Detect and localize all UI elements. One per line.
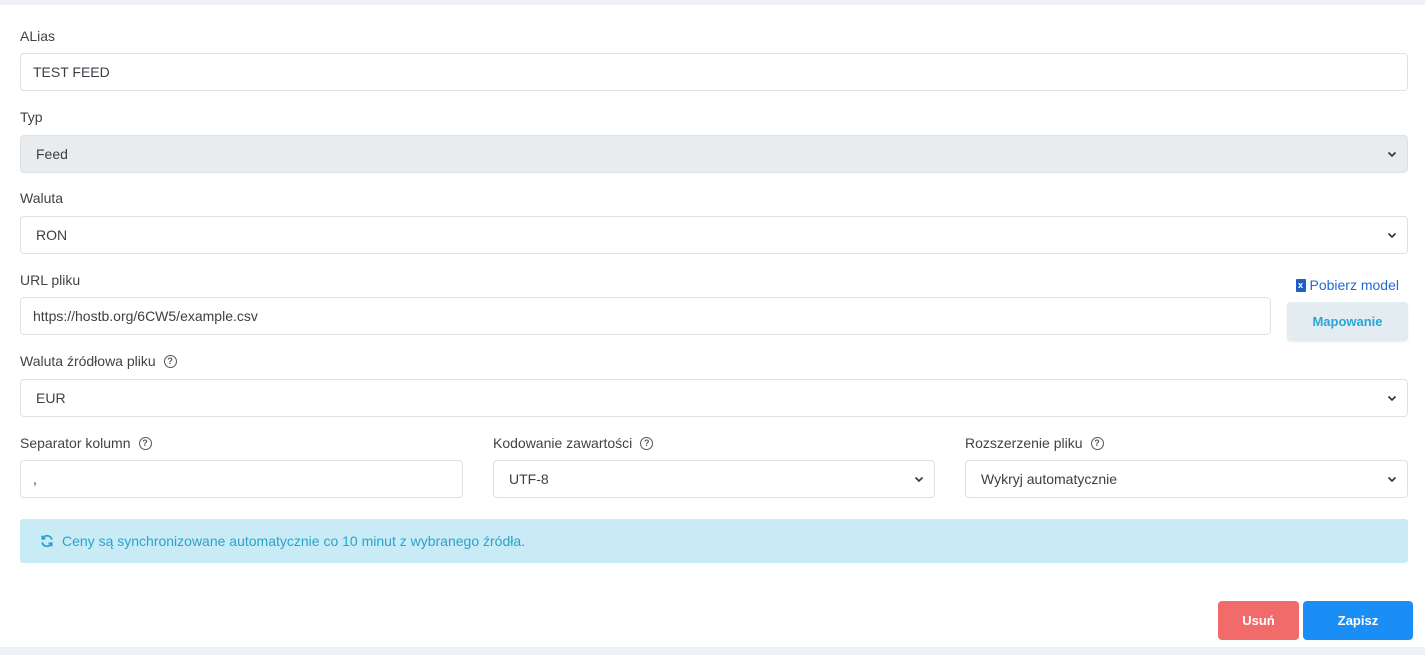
separator-label-text: Separator kolumn — [20, 435, 131, 451]
alias-label-text: ALias — [20, 28, 56, 44]
waluta-label-text: Waluta — [20, 190, 64, 206]
question-circle-icon[interactable]: ? — [640, 436, 654, 450]
question-circle-icon[interactable]: ? — [1090, 436, 1104, 450]
question-circle-icon[interactable]: ? — [138, 436, 152, 450]
extension-label: Rozszerzenie pliku ? — [965, 435, 1104, 451]
download-model-link[interactable]: x Pobierz model — [1295, 277, 1400, 293]
save-button[interactable]: Zapisz — [1303, 601, 1413, 640]
question-circle-icon[interactable]: ? — [163, 354, 177, 368]
url-label: URL pliku — [20, 272, 80, 288]
extension-select[interactable]: Wykryj automatycznie — [965, 460, 1408, 498]
source-currency-select[interactable]: EUR — [20, 379, 1408, 417]
chevron-down-icon — [1387, 395, 1397, 402]
sync-info-text: Ceny są synchronizowane automatycznie co… — [62, 533, 526, 549]
extension-select-value: Wykryj automatycznie — [981, 471, 1118, 487]
waluta-label: Waluta — [20, 190, 63, 206]
feed-form-card: ALias Typ Feed Waluta RON URL pliku x Po… — [0, 5, 1425, 647]
source-currency-label-text: Waluta źródłowa pliku — [20, 353, 156, 369]
waluta-select-value: RON — [36, 227, 68, 243]
source-currency-value: EUR — [36, 390, 66, 406]
url-input[interactable] — [20, 297, 1271, 335]
typ-select[interactable]: Feed — [20, 135, 1408, 173]
sync-info-alert: Ceny są synchronizowane automatycznie co… — [20, 519, 1408, 563]
mapping-button[interactable]: Mapowanie — [1287, 302, 1408, 341]
chevron-down-icon — [1387, 151, 1397, 158]
separator-label: Separator kolumn ? — [20, 435, 152, 451]
chevron-down-icon — [1387, 232, 1397, 239]
typ-label: Typ — [20, 109, 43, 125]
alias-label: ALias — [20, 28, 55, 44]
alias-input[interactable] — [20, 53, 1408, 91]
encoding-select-value: UTF-8 — [509, 471, 549, 487]
delete-button[interactable]: Usuń — [1218, 601, 1299, 640]
chevron-down-icon — [1387, 476, 1397, 483]
url-label-text: URL pliku — [20, 272, 81, 288]
excel-file-icon: x — [1295, 278, 1306, 292]
typ-select-value: Feed — [36, 146, 68, 162]
encoding-label-text: Kodowanie zawartości — [493, 435, 633, 451]
encoding-select[interactable]: UTF-8 — [493, 460, 935, 498]
separator-input[interactable] — [20, 460, 463, 498]
chevron-down-icon — [914, 476, 924, 483]
typ-label-text: Typ — [20, 109, 43, 125]
waluta-select[interactable]: RON — [20, 216, 1408, 254]
encoding-label: Kodowanie zawartości ? — [493, 435, 654, 451]
sync-icon — [41, 534, 53, 548]
extension-label-text: Rozszerzenie pliku — [965, 435, 1083, 451]
source-currency-label: Waluta źródłowa pliku ? — [20, 353, 177, 369]
download-model-text: Pobierz model — [1309, 277, 1400, 293]
